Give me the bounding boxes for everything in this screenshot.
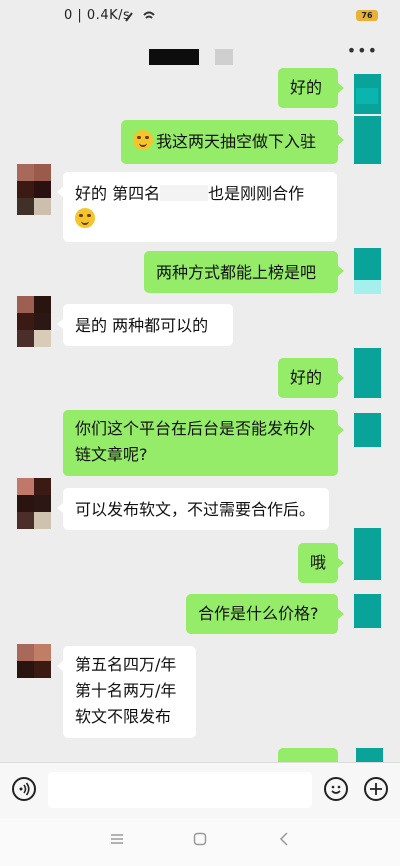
avatar[interactable] xyxy=(17,296,51,348)
message-text: 是的 两种都可以的 xyxy=(75,316,209,335)
thinking-emoji xyxy=(75,208,95,228)
message-bubble[interactable]: 第五名四万/年 第十名两万/年 软文不限发布 xyxy=(57,646,196,738)
message-text: 第十名两万/年 xyxy=(75,681,177,700)
message-list: 好的 我这两天抽空做下入驻 好的 第四名 也是刚刚合作 两种方式都能上榜是吧 是的… xyxy=(0,68,400,762)
message-text: 软文不限发布 xyxy=(75,707,172,726)
voice-icon[interactable] xyxy=(12,777,36,801)
message-bubble[interactable]: 两种方式都能上榜是吧 xyxy=(144,251,344,293)
avatar[interactable] xyxy=(348,116,381,164)
message-text: 我这两天抽空做下入驻 xyxy=(156,132,317,151)
back-icon[interactable] xyxy=(278,832,292,846)
message-bubble-partial[interactable] xyxy=(278,748,338,762)
message-bubble[interactable]: 好的 第四名 也是刚刚合作 xyxy=(57,172,337,242)
home-icon[interactable] xyxy=(193,832,207,846)
emoji-icon[interactable] xyxy=(324,777,348,801)
message-text: 好的 第四名 xyxy=(75,184,161,203)
message-bubble[interactable]: 好的 xyxy=(278,68,344,108)
message-bubble[interactable]: 我这两天抽空做下入驻 xyxy=(121,120,344,164)
avatar[interactable] xyxy=(348,748,383,762)
message-text: 两种方式都能上榜是吧 xyxy=(156,263,317,282)
avatar[interactable] xyxy=(17,644,51,696)
message-text: 好的 xyxy=(290,368,323,387)
smile-emoji xyxy=(133,130,153,150)
message-text: 链文章呢? xyxy=(75,445,148,464)
avatar[interactable] xyxy=(348,413,381,453)
avatar[interactable] xyxy=(348,528,381,580)
message-text: 也是刚刚合作 xyxy=(208,184,305,203)
chat-title-redacted xyxy=(149,49,199,65)
message-bubble[interactable]: 好的 xyxy=(278,358,344,398)
message-text: 合作是什么价格? xyxy=(198,604,319,623)
avatar[interactable] xyxy=(348,348,381,398)
status-bar: 0 | 0.4K/s 76 xyxy=(0,0,400,34)
message-bubble[interactable]: 哦 xyxy=(298,543,344,583)
message-bubble[interactable]: 可以发布软文，不过需要合作后。 xyxy=(57,488,329,530)
redacted-text xyxy=(160,185,209,201)
message-bubble[interactable]: 是的 两种都可以的 xyxy=(57,304,233,346)
message-bubble[interactable]: 你们这个平台在后台是否能发布外 链文章呢? xyxy=(63,410,344,476)
avatar[interactable] xyxy=(17,164,51,216)
battery-icon: 76 xyxy=(356,10,378,21)
message-bubble[interactable]: 合作是什么价格? xyxy=(186,594,344,634)
message-text: 第五名四万/年 xyxy=(75,655,177,674)
message-text: 好的 xyxy=(290,78,323,97)
avatar[interactable] xyxy=(348,248,381,296)
plus-icon[interactable] xyxy=(364,777,388,801)
message-text: 可以发布软文，不过需要合作后。 xyxy=(75,500,316,519)
more-dots-icon[interactable]: ••• xyxy=(347,41,378,60)
chat-title-redacted-2 xyxy=(215,49,233,65)
network-speed: 0 | 0.4K/s xyxy=(64,8,131,23)
avatar[interactable] xyxy=(348,74,381,114)
input-bar xyxy=(0,762,400,819)
avatar[interactable] xyxy=(348,594,381,628)
message-text: 哦 xyxy=(310,553,327,572)
signal-icon xyxy=(125,11,155,22)
system-nav-bar xyxy=(0,818,400,866)
message-text: 你们这个平台在后台是否能发布外 xyxy=(75,419,316,438)
message-input[interactable] xyxy=(48,772,312,808)
avatar[interactable] xyxy=(17,478,51,530)
menu-icon[interactable] xyxy=(110,832,124,846)
